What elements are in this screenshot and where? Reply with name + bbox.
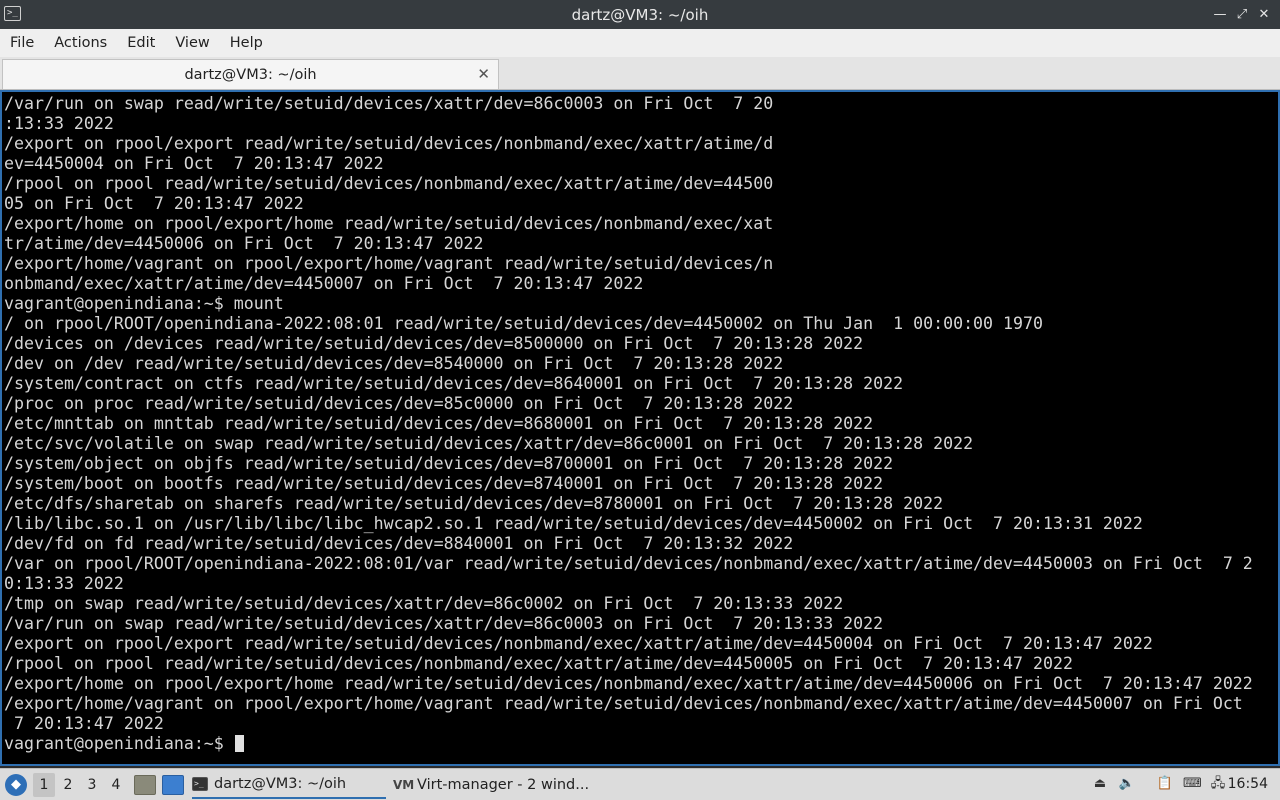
menu-file[interactable]: File	[0, 35, 44, 51]
terminal-line: :13:33 2022	[4, 114, 114, 133]
task-label: Virt-manager - 2 wind...	[417, 777, 590, 793]
terminal-line: /export/home/vagrant on rpool/export/hom…	[4, 694, 1243, 713]
terminal-line: /dev on /dev read/write/setuid/devices/d…	[4, 354, 784, 373]
menu-bar: File Actions Edit View Help	[0, 29, 1280, 57]
window-controls: — ⤢ ✕	[1212, 5, 1272, 23]
menu-actions[interactable]: Actions	[44, 35, 117, 51]
terminal-line: /etc/dfs/sharetab on sharefs read/write/…	[4, 494, 944, 513]
terminal-line: /export/home on rpool/export/home read/w…	[4, 674, 1253, 693]
menu-view[interactable]: View	[165, 35, 219, 51]
eject-icon[interactable]: ⏏	[1091, 775, 1109, 793]
terminal-line: /var on rpool/ROOT/openindiana-2022:08:0…	[4, 554, 1253, 573]
workspace-3[interactable]: 3	[81, 773, 103, 797]
terminal-line: /export/home/vagrant on rpool/export/hom…	[4, 254, 774, 273]
terminal-line: /system/contract on ctfs read/write/setu…	[4, 374, 904, 393]
start-menu-icon[interactable]: ◆	[5, 774, 27, 796]
terminal-line: /export on rpool/export read/write/setui…	[4, 134, 774, 153]
terminal-prompt-line[interactable]: vagrant@openindiana:~$	[4, 734, 1253, 754]
volume-icon[interactable]: 🔈	[1118, 775, 1136, 793]
menu-edit[interactable]: Edit	[117, 35, 165, 51]
window-title: dartz@VM3: ~/oih	[571, 5, 709, 24]
terminal-line: onbmand/exec/xattr/atime/dev=4450007 on …	[4, 274, 644, 293]
terminal-line: ev=4450004 on Fri Oct 7 20:13:47 2022	[4, 154, 384, 173]
maximize-button[interactable]: ⤢	[1234, 5, 1250, 23]
terminal-line: tr/atime/dev=4450006 on Fri Oct 7 20:13:…	[4, 234, 484, 253]
clipboard-icon[interactable]: 📋	[1156, 775, 1174, 793]
terminal-line: /system/boot on bootfs read/write/setuid…	[4, 474, 884, 493]
terminal-line: /rpool on rpool read/write/setuid/device…	[4, 174, 774, 193]
terminal-line: 7 20:13:47 2022	[4, 714, 164, 733]
network-icon[interactable]: 🖧	[1209, 775, 1227, 793]
close-button[interactable]: ✕	[1256, 5, 1272, 23]
virt-manager-icon: VM	[393, 778, 415, 792]
terminal-line: /system/object on objfs read/write/setui…	[4, 454, 894, 473]
taskbar: ◆ 1 2 3 4 >_ dartz@VM3: ~/oih VM Virt-ma…	[0, 768, 1280, 800]
terminal-tab[interactable]: dartz@VM3: ~/oih ✕	[2, 59, 499, 89]
terminal-line: 05 on Fri Oct 7 20:13:47 2022	[4, 194, 304, 213]
show-desktop-icon[interactable]	[162, 775, 184, 795]
tab-close-icon[interactable]: ✕	[477, 65, 490, 83]
terminal-line: /devices on /devices read/write/setuid/d…	[4, 334, 864, 353]
terminal-line: /dev/fd on fd read/write/setuid/devices/…	[4, 534, 794, 553]
terminal-line: 0:13:33 2022	[4, 574, 124, 593]
tab-bar: dartz@VM3: ~/oih ✕	[0, 57, 1280, 90]
terminal-line: vagrant@openindiana:~$ mount	[4, 294, 284, 313]
shell-prompt: vagrant@openindiana:~$	[4, 734, 234, 753]
workspace-4[interactable]: 4	[105, 773, 127, 797]
file-manager-icon[interactable]	[134, 775, 156, 795]
tab-label: dartz@VM3: ~/oih	[184, 66, 317, 83]
terminal-line: /proc on proc read/write/setuid/devices/…	[4, 394, 794, 413]
menu-help[interactable]: Help	[220, 35, 273, 51]
window-titlebar[interactable]: >_ dartz@VM3: ~/oih — ⤢ ✕	[0, 0, 1280, 29]
task-virt-manager[interactable]: VM Virt-manager - 2 wind...	[393, 771, 593, 799]
terminal-line: /tmp on swap read/write/setuid/devices/x…	[4, 594, 844, 613]
terminal-view[interactable]: /var/run on swap read/write/setuid/devic…	[0, 90, 1280, 766]
workspace-2[interactable]: 2	[57, 773, 79, 797]
terminal-icon: >_	[192, 777, 208, 791]
terminal-line: /export/home on rpool/export/home read/w…	[4, 214, 774, 233]
terminal-line: /etc/svc/volatile on swap read/write/set…	[4, 434, 974, 453]
terminal-icon: >_	[4, 6, 21, 21]
minimize-button[interactable]: —	[1212, 5, 1228, 23]
terminal-line: /export on rpool/export read/write/setui…	[4, 634, 1153, 653]
terminal-line: /var/run on swap read/write/setuid/devic…	[4, 94, 774, 113]
terminal-line: / on rpool/ROOT/openindiana-2022:08:01 r…	[4, 314, 1043, 333]
task-label: dartz@VM3: ~/oih	[214, 776, 347, 792]
terminal-line: /lib/libc.so.1 on /usr/lib/libc/libc_hwc…	[4, 514, 1143, 533]
clock: 16:54	[1227, 776, 1268, 792]
terminal-line: /etc/mnttab on mnttab read/write/setuid/…	[4, 414, 874, 433]
task-terminal[interactable]: >_ dartz@VM3: ~/oih	[192, 771, 386, 799]
text-cursor	[234, 735, 244, 752]
keyboard-icon[interactable]: ⌨	[1183, 775, 1202, 793]
workspace-1[interactable]: 1	[33, 773, 55, 797]
terminal-output: /var/run on swap read/write/setuid/devic…	[4, 94, 1253, 754]
terminal-line: /var/run on swap read/write/setuid/devic…	[4, 614, 884, 633]
terminal-line: /rpool on rpool read/write/setuid/device…	[4, 654, 1073, 673]
